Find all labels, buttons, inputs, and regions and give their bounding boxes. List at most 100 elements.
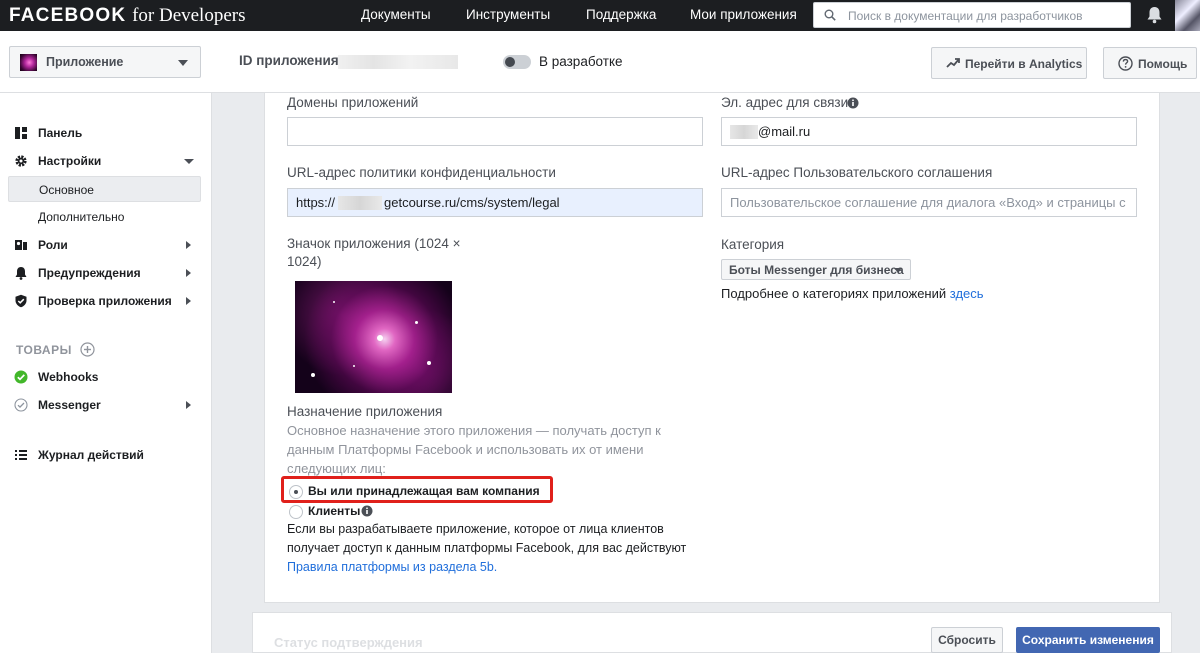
app-icon-label-line1: Значок приложения (1024 × [287, 236, 461, 251]
app-thumbnail [20, 54, 37, 71]
nav-tools[interactable]: Инструменты [466, 7, 550, 22]
gear-icon [15, 155, 27, 167]
brand-suffix: for Developers [132, 5, 246, 26]
verification-status-label: Статус подтверждения [274, 635, 423, 650]
app-icon-image[interactable] [295, 281, 452, 393]
platform-policy-link[interactable]: Правила платформы из раздела 5b. [287, 558, 497, 577]
contact-email-input[interactable]: @mail.ru [721, 117, 1137, 146]
purpose-radio-self[interactable] [289, 485, 303, 499]
docs-search [813, 2, 1131, 28]
sidebar-item-label: Основное [39, 183, 94, 197]
star [377, 335, 383, 341]
purpose-radio-clients-label[interactable]: Клиенты [308, 504, 360, 518]
sidebar-item-label: Настройки [38, 154, 102, 168]
privacy-url-prefix: https:// [296, 195, 336, 210]
nav-support[interactable]: Поддержка [586, 7, 656, 22]
trending-up-icon [946, 58, 960, 68]
bell-icon [15, 267, 27, 280]
terms-url-label: URL-адрес Пользовательского соглашения [721, 165, 993, 180]
app-domains-label: Домены приложений [287, 95, 419, 110]
shield-icon [15, 294, 27, 308]
star [427, 361, 431, 365]
sidebar-item-roles[interactable]: Роли [0, 232, 212, 258]
docs-search-input[interactable] [848, 7, 1126, 24]
app-icon-label-line2: 1024) [287, 254, 322, 269]
info-icon[interactable] [361, 505, 373, 517]
chevron-down-icon [184, 159, 194, 164]
sidebar-item-messenger[interactable]: Messenger [0, 392, 212, 418]
dev-mode-toggle[interactable] [503, 55, 531, 69]
sidebar-item-basic[interactable]: Основное [8, 176, 201, 202]
terms-url-input[interactable] [721, 188, 1137, 217]
sidebar-item-settings[interactable]: Настройки [0, 148, 212, 174]
sidebar-item-label: Дополнительно [38, 210, 125, 224]
analytics-button-label: Перейти в Analytics [965, 57, 1083, 71]
privacy-url-redacted [338, 196, 382, 210]
search-icon [824, 9, 836, 21]
save-changes-button[interactable]: Сохранить изменения [1016, 627, 1160, 653]
star [333, 301, 335, 303]
sidebar-item-label: Предупреждения [38, 266, 141, 280]
check-circle-icon [14, 370, 28, 384]
sidebar-item-alerts[interactable]: Предупреждения [0, 260, 212, 286]
contact-email-label: Эл. адрес для связи [721, 95, 849, 110]
app-header-bar: Приложение ID приложения: В разработке П… [0, 31, 1200, 93]
sidebar-item-label: Панель [38, 126, 83, 140]
app-purpose-description-2: данным Платформы Facebook и использовать… [287, 442, 644, 457]
category-label: Категория [721, 237, 785, 252]
brand-main: FACEBOOK [9, 5, 127, 26]
user-avatar[interactable] [1175, 0, 1200, 31]
question-circle-icon [1118, 56, 1133, 71]
help-button-label: Помощь [1138, 57, 1188, 71]
sidebar-item-app-review[interactable]: Проверка приложения [0, 288, 212, 314]
email-redacted [730, 125, 758, 139]
app-selector-label: Приложение [46, 55, 124, 69]
sidebar-item-advanced[interactable]: Дополнительно [0, 204, 212, 230]
help-button[interactable]: Помощь [1103, 47, 1197, 79]
purpose-radio-self-label[interactable]: Вы или принадлежащая вам компания [308, 484, 540, 498]
chevron-right-icon [186, 269, 191, 277]
clients-note-1: Если вы разрабатываете приложение, котор… [287, 522, 664, 536]
list-icon [15, 450, 27, 460]
sidebar-item-webhooks[interactable]: Webhooks [0, 364, 212, 390]
toggle-knob [505, 57, 515, 67]
app-id-value-redacted [338, 55, 458, 69]
basic-settings-card: Домены приложений Эл. адрес для связи @m… [264, 93, 1160, 603]
sidebar-item-activity-log[interactable]: Журнал действий [0, 442, 212, 468]
category-more-info: Подробнее о категориях приложений здесь [721, 286, 984, 301]
app-id-label: ID приложения: [239, 53, 344, 68]
go-to-analytics-button[interactable]: Перейти в Analytics [931, 47, 1087, 79]
purpose-radio-clients[interactable] [289, 505, 303, 519]
star [353, 365, 355, 367]
sidebar-item-label: Messenger [38, 398, 101, 412]
add-product-plus-icon[interactable] [80, 342, 95, 357]
privacy-url-value: getcourse.ru/cms/system/legal [384, 195, 560, 210]
category-dropdown[interactable]: Боты Messenger для бизнеса [721, 259, 911, 280]
app-domains-input[interactable] [287, 117, 703, 146]
clients-note-2: получает доступ к данным платформы Faceb… [287, 541, 687, 555]
nav-docs[interactable]: Документы [361, 7, 431, 22]
notifications-bell-icon[interactable] [1146, 6, 1163, 24]
privacy-policy-url-input[interactable]: https:// getcourse.ru/cms/system/legal [287, 188, 703, 217]
star [311, 373, 315, 377]
star [415, 321, 418, 324]
app-selector-dropdown[interactable]: Приложение [9, 46, 201, 78]
app-purpose-label: Назначение приложения [287, 404, 443, 419]
reset-button[interactable]: Сбросить [931, 627, 1003, 653]
category-value: Боты Messenger для бизнеса [729, 263, 904, 277]
check-outline-icon [14, 398, 28, 412]
info-icon[interactable] [847, 97, 859, 109]
sidebar-item-dashboard[interactable]: Панель [0, 120, 212, 146]
app-purpose-description-1: Основное назначение этого приложения — п… [287, 423, 661, 438]
category-more-link[interactable]: здесь [950, 286, 984, 301]
nav-my-apps[interactable]: Мои приложения [690, 7, 797, 22]
category-more-text: Подробнее о категориях приложений [721, 286, 947, 301]
sidebar: Панель Настройки Основное Дополнительно … [0, 93, 212, 653]
chevron-right-icon [186, 241, 191, 249]
products-heading: ТОВАРЫ [16, 343, 72, 357]
facebook-developers-logo[interactable]: FACEBOOK for Developers [9, 5, 246, 27]
contact-email-value: @mail.ru [758, 124, 811, 139]
sidebar-item-label: Журнал действий [38, 448, 144, 462]
chevron-down-icon [178, 60, 188, 66]
dev-mode-label: В разработке [539, 54, 623, 69]
